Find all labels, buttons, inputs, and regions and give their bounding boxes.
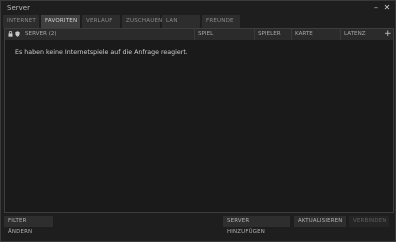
add-column-icon[interactable]: + bbox=[384, 29, 392, 40]
server-browser-window: Server – ✕ INTERNET FAVORITEN VERLAUF ZU… bbox=[0, 0, 396, 242]
refresh-button[interactable]: AKTUALISIEREN bbox=[294, 216, 346, 227]
server-list-panel: SERVER (2) SPIEL SPIELER KARTE LATENZ + … bbox=[4, 28, 394, 213]
column-divider bbox=[194, 29, 195, 40]
minimize-button[interactable]: – bbox=[371, 3, 381, 13]
tab-internet[interactable]: INTERNET bbox=[3, 15, 39, 28]
column-divider bbox=[340, 29, 341, 40]
close-button[interactable]: ✕ bbox=[382, 3, 392, 13]
tab-favorites[interactable]: FAVORITEN bbox=[41, 15, 80, 28]
connect-button[interactable]: VERBINDEN bbox=[349, 216, 389, 227]
column-players[interactable]: SPIELER bbox=[258, 29, 281, 40]
column-game[interactable]: SPIEL bbox=[198, 29, 213, 40]
window-title: Server bbox=[7, 4, 30, 12]
column-latency[interactable]: LATENZ bbox=[344, 29, 366, 40]
tab-friends[interactable]: FREUNDE bbox=[202, 15, 240, 28]
tab-lan[interactable]: LAN bbox=[162, 15, 200, 28]
column-server[interactable]: SERVER (2) bbox=[25, 29, 57, 40]
change-filter-button[interactable]: FILTER ÄNDERN bbox=[4, 216, 53, 235]
column-divider bbox=[254, 29, 255, 40]
empty-list-message: Es haben keine Internetspiele auf die An… bbox=[15, 49, 188, 56]
lock-icon[interactable] bbox=[8, 31, 13, 37]
server-list-header: SERVER (2) SPIEL SPIELER KARTE LATENZ + bbox=[5, 29, 393, 40]
tab-bar: INTERNET FAVORITEN VERLAUF ZUSCHAUEN LAN… bbox=[3, 15, 240, 28]
tab-history[interactable]: VERLAUF bbox=[82, 15, 120, 28]
add-server-button[interactable]: SERVER HINZUFÜGEN bbox=[223, 216, 290, 235]
shield-icon[interactable] bbox=[15, 31, 20, 37]
column-map[interactable]: KARTE bbox=[295, 29, 313, 40]
column-divider bbox=[291, 29, 292, 40]
tab-spectate[interactable]: ZUSCHAUEN bbox=[122, 15, 162, 28]
